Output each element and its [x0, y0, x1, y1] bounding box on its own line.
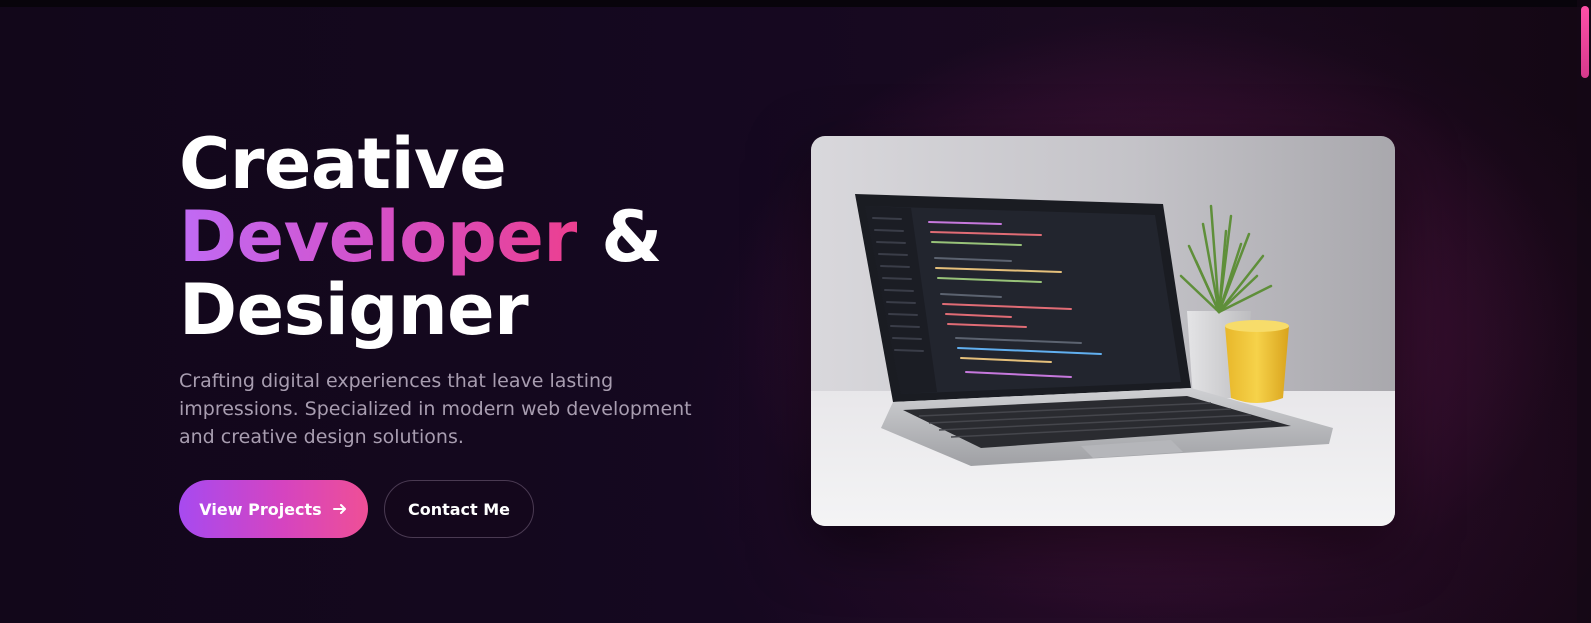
top-bar — [0, 0, 1591, 7]
laptop-illustration — [811, 136, 1395, 526]
scrollbar-track[interactable] — [1577, 0, 1591, 623]
contact-me-button[interactable]: Contact Me — [384, 480, 534, 538]
contact-me-label: Contact Me — [407, 499, 511, 519]
hero-page: Creative Developer & Designer Crafting d… — [0, 0, 1591, 623]
hero-subtitle: Crafting digital experiences that leave … — [179, 370, 692, 448]
view-projects-button[interactable]: View Projects — [179, 480, 368, 538]
hero-laptop-image — [811, 136, 1395, 526]
headline-highlight: Developer — [179, 196, 578, 278]
arrow-right-icon — [332, 501, 348, 517]
view-projects-label: View Projects — [199, 499, 322, 519]
hero-text-block: Creative Developer & Designer Crafting d… — [179, 128, 739, 451]
headline-line-2: Developer & — [179, 201, 739, 274]
hero-headline: Creative Developer & Designer — [179, 128, 739, 347]
hero-actions: View Projects Contact Me — [179, 480, 534, 538]
headline-ampersand: & — [601, 196, 662, 278]
headline-line-1: Creative — [179, 123, 507, 205]
scrollbar-thumb[interactable] — [1581, 6, 1589, 78]
headline-line-3: Designer — [179, 269, 529, 351]
